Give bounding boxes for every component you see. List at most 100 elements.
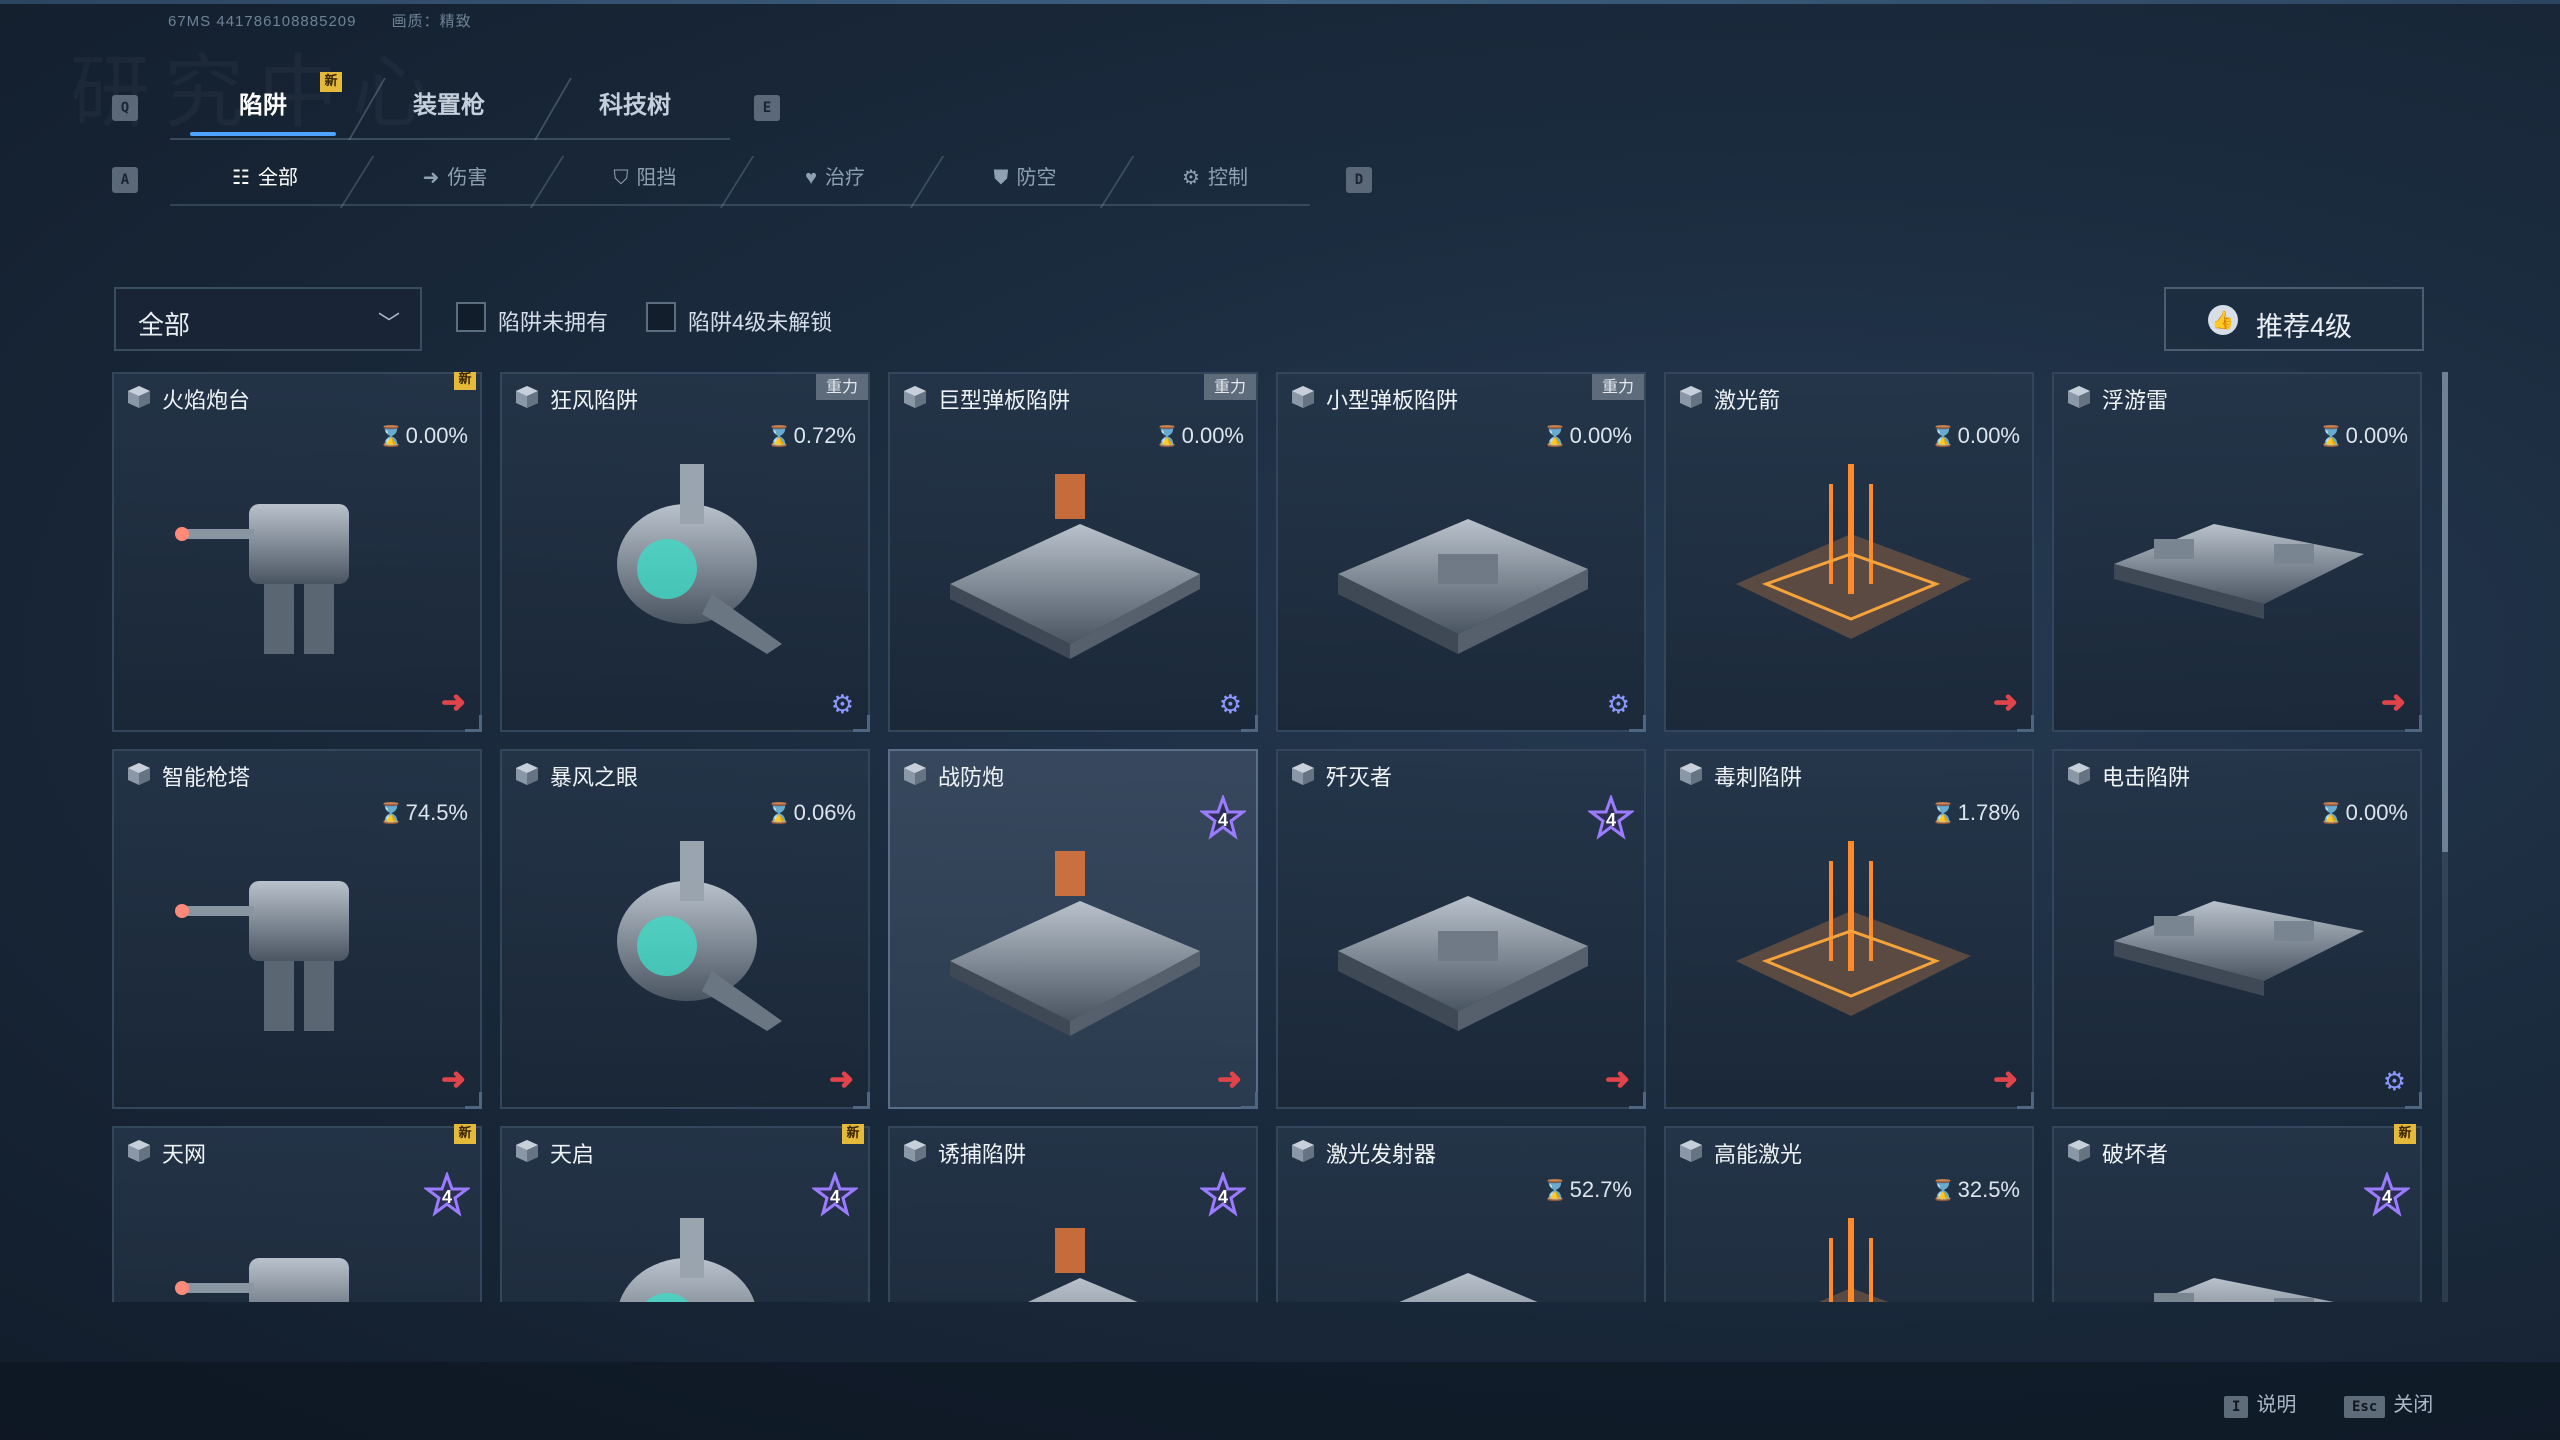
filter-anti-air[interactable]: ⛊ 防空 xyxy=(930,150,1120,204)
new-badge: 新 xyxy=(2394,1124,2416,1144)
destroyer-icon xyxy=(2154,1278,2334,1302)
skynet-icon xyxy=(175,1258,349,1302)
turret-icon xyxy=(175,504,349,654)
gear-icon[interactable]: ⚙ xyxy=(1219,689,1242,720)
card-corner xyxy=(2017,1092,2034,1109)
new-badge: 新 xyxy=(320,72,342,92)
filter-label: 伤害 xyxy=(447,167,488,189)
trap-card[interactable]: 小型弹板陷阱 重力 ⌛0.00% ⚙ xyxy=(1276,372,1646,732)
arrow-right-icon[interactable]: ➜ xyxy=(1993,685,2018,720)
shield-plane-icon: ⛊ xyxy=(993,167,1009,189)
key-prev-filter[interactable]: A xyxy=(112,167,138,193)
trap-card[interactable]: 激光箭 ⌛0.00% ➜ xyxy=(1664,372,2034,732)
hint-label: 关闭 xyxy=(2393,1394,2434,1416)
cannon-icon xyxy=(950,851,1200,1036)
cube-icon xyxy=(1292,1140,1314,1162)
tab-tech-tree[interactable]: 科技树 xyxy=(542,72,728,138)
trap-name: 高能激光 xyxy=(1714,1142,1803,1167)
trap-card[interactable]: 暴风之眼 ⌛0.06% ➜ xyxy=(500,749,870,1109)
arrow-right-icon[interactable]: ➜ xyxy=(1993,1062,2018,1097)
cube-icon xyxy=(128,763,150,785)
card-corner xyxy=(2017,715,2034,732)
filter-block[interactable]: ⛉ 阻挡 xyxy=(550,150,740,204)
main-tabs: 陷阱 新 装置枪 科技树 xyxy=(170,72,730,140)
new-badge: 新 xyxy=(454,372,476,390)
trap-name: 天网 xyxy=(162,1142,207,1167)
trap-card[interactable]: 电击陷阱 ⌛0.00% ⚙ xyxy=(2052,749,2422,1109)
storm-eye-icon xyxy=(617,841,782,1031)
key-next-filter[interactable]: D xyxy=(1346,167,1372,193)
close-hint[interactable]: Esc 关闭 xyxy=(2344,1388,2433,1418)
arrow-right-icon[interactable]: ➜ xyxy=(1217,1062,1242,1097)
key-next-tab[interactable]: E xyxy=(754,95,780,121)
trap-card[interactable]: 天网新 4 xyxy=(112,1124,482,1302)
chevron-down-icon: ﹀ xyxy=(377,311,400,336)
trap-name: 战防炮 xyxy=(938,765,1005,790)
trap-name: 天启 xyxy=(550,1142,595,1167)
hint-label: 说明 xyxy=(2256,1394,2297,1416)
trap-name: 诱捕陷阱 xyxy=(938,1142,1027,1167)
top-border xyxy=(0,0,2560,4)
gear-icon[interactable]: ⚙ xyxy=(2383,1066,2406,1097)
trap-card[interactable]: 天启新 4 xyxy=(500,1124,870,1302)
scrollbar-thumb[interactable] xyxy=(2442,372,2448,852)
recommend-level4-button[interactable]: 👍 推荐4级 xyxy=(2164,287,2424,351)
key-help: I xyxy=(2224,1396,2249,1418)
card-corner xyxy=(465,1092,482,1109)
cube-icon xyxy=(2068,763,2090,785)
trap-card[interactable]: 浮游雷 ⌛0.00% ➜ xyxy=(2052,372,2422,732)
card-corner xyxy=(853,1092,870,1109)
checkbox-box[interactable] xyxy=(646,302,676,332)
trap-card[interactable]: 巨型弹板陷阱 重力 ⌛0.00% ⚙ xyxy=(888,372,1258,732)
arrow-right-icon[interactable]: ➜ xyxy=(1605,1062,1630,1097)
arrow-right-icon[interactable]: ➜ xyxy=(441,1062,466,1097)
trap-card[interactable]: 战防炮 4 ➜ xyxy=(888,749,1258,1109)
trap-name: 电击陷阱 xyxy=(2102,765,2191,790)
tab-label: 陷阱 xyxy=(239,92,287,119)
trap-name: 狂风陷阱 xyxy=(550,388,639,413)
card-corner xyxy=(465,715,482,732)
trap-card[interactable]: 高能激光 ⌛32.5% xyxy=(1664,1126,2034,1302)
trap-card[interactable]: 破坏者新 4 xyxy=(2052,1124,2422,1302)
trap-card[interactable]: 激光发射器 ⌛52.7% xyxy=(1276,1126,1646,1302)
arrow-right-icon[interactable]: ➜ xyxy=(829,1062,854,1097)
help-hint[interactable]: I 说明 xyxy=(2224,1388,2296,1418)
trap-name: 巨型弹板陷阱 xyxy=(938,388,1071,413)
trap-card[interactable]: 火焰炮台新 ⌛0.00% ➜ xyxy=(112,372,482,732)
filter-heal[interactable]: ♥ 治疗 xyxy=(740,150,930,204)
tab-device-guns[interactable]: 装置枪 xyxy=(356,72,542,138)
checkbox-box[interactable] xyxy=(456,302,486,332)
trap-name: 歼灭者 xyxy=(1326,765,1393,790)
trap-name: 智能枪塔 xyxy=(162,765,251,790)
laser-arrow-icon xyxy=(1736,464,1971,639)
cube-icon xyxy=(1292,763,1314,785)
arrow-right-icon[interactable]: ➜ xyxy=(441,685,466,720)
trap-card[interactable]: 毒刺陷阱 ⌛1.78% ➜ xyxy=(1664,749,2034,1109)
cube-icon xyxy=(1680,386,1702,408)
gear-icon[interactable]: ⚙ xyxy=(1607,689,1630,720)
heart-icon: ♥ xyxy=(805,167,817,189)
card-corner xyxy=(1241,1092,1258,1109)
category-dropdown[interactable]: 全部 ﹀ xyxy=(114,287,422,351)
trap-card[interactable]: 狂风陷阱 重力 ⌛0.72% ⚙ xyxy=(500,372,870,732)
arrow-right-icon[interactable]: ➜ xyxy=(2381,685,2406,720)
laser-launcher-icon xyxy=(1399,1273,1538,1302)
trap-name: 激光发射器 xyxy=(1326,1142,1437,1167)
annihilator-icon xyxy=(1338,896,1588,1031)
filter-all[interactable]: ☷ 全部 xyxy=(170,150,360,204)
gear-icon[interactable]: ⚙ xyxy=(831,689,854,720)
filter-control[interactable]: ⚙ 控制 xyxy=(1120,150,1310,204)
trap-card[interactable]: 智能枪塔 ⌛74.5% ➜ xyxy=(112,749,482,1109)
tab-label: 装置枪 xyxy=(413,92,485,119)
trap-card[interactable]: 诱捕陷阱 4 xyxy=(888,1126,1258,1302)
list-icon: ☷ xyxy=(232,167,250,189)
arrow-icon: ➜ xyxy=(422,167,440,189)
cube-icon xyxy=(516,386,538,408)
key-prev-tab[interactable]: Q xyxy=(112,95,138,121)
shield-icon: ⛉ xyxy=(613,167,629,189)
shock-trap-icon xyxy=(2114,901,2364,996)
trap-card[interactable]: 歼灭者 4 ➜ xyxy=(1276,749,1646,1109)
trap-name: 浮游雷 xyxy=(2102,388,2169,413)
fan-trap-icon xyxy=(617,464,782,654)
filter-damage[interactable]: ➜ 伤害 xyxy=(360,150,550,204)
